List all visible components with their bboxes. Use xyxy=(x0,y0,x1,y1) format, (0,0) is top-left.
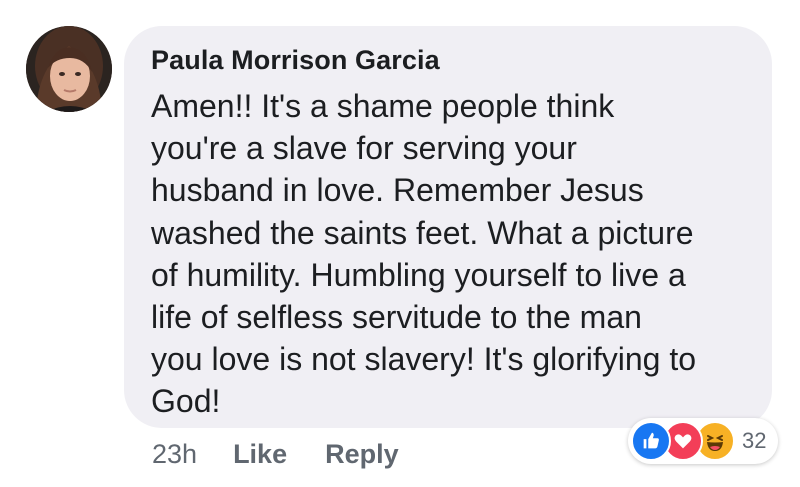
reaction-count: 32 xyxy=(742,428,767,453)
avatar[interactable] xyxy=(26,26,112,112)
comment-timestamp[interactable]: 23h xyxy=(152,439,197,470)
comment-text: Amen!! It's a shame people think you're … xyxy=(151,88,697,420)
comment-actions: 23h Like Reply xyxy=(152,436,399,472)
avatar-photo xyxy=(26,26,112,112)
comment-container: Paula Morrison Garcia Amen!! It's a sham… xyxy=(0,0,800,487)
like-button[interactable]: Like xyxy=(233,439,287,470)
reply-button[interactable]: Reply xyxy=(325,439,399,470)
comment-author[interactable]: Paula Morrison Garcia xyxy=(151,43,752,77)
comment-bubble: Paula Morrison Garcia Amen!! It's a sham… xyxy=(124,26,772,428)
reactions-summary[interactable]: 32 xyxy=(628,418,779,464)
like-icon xyxy=(631,421,671,461)
